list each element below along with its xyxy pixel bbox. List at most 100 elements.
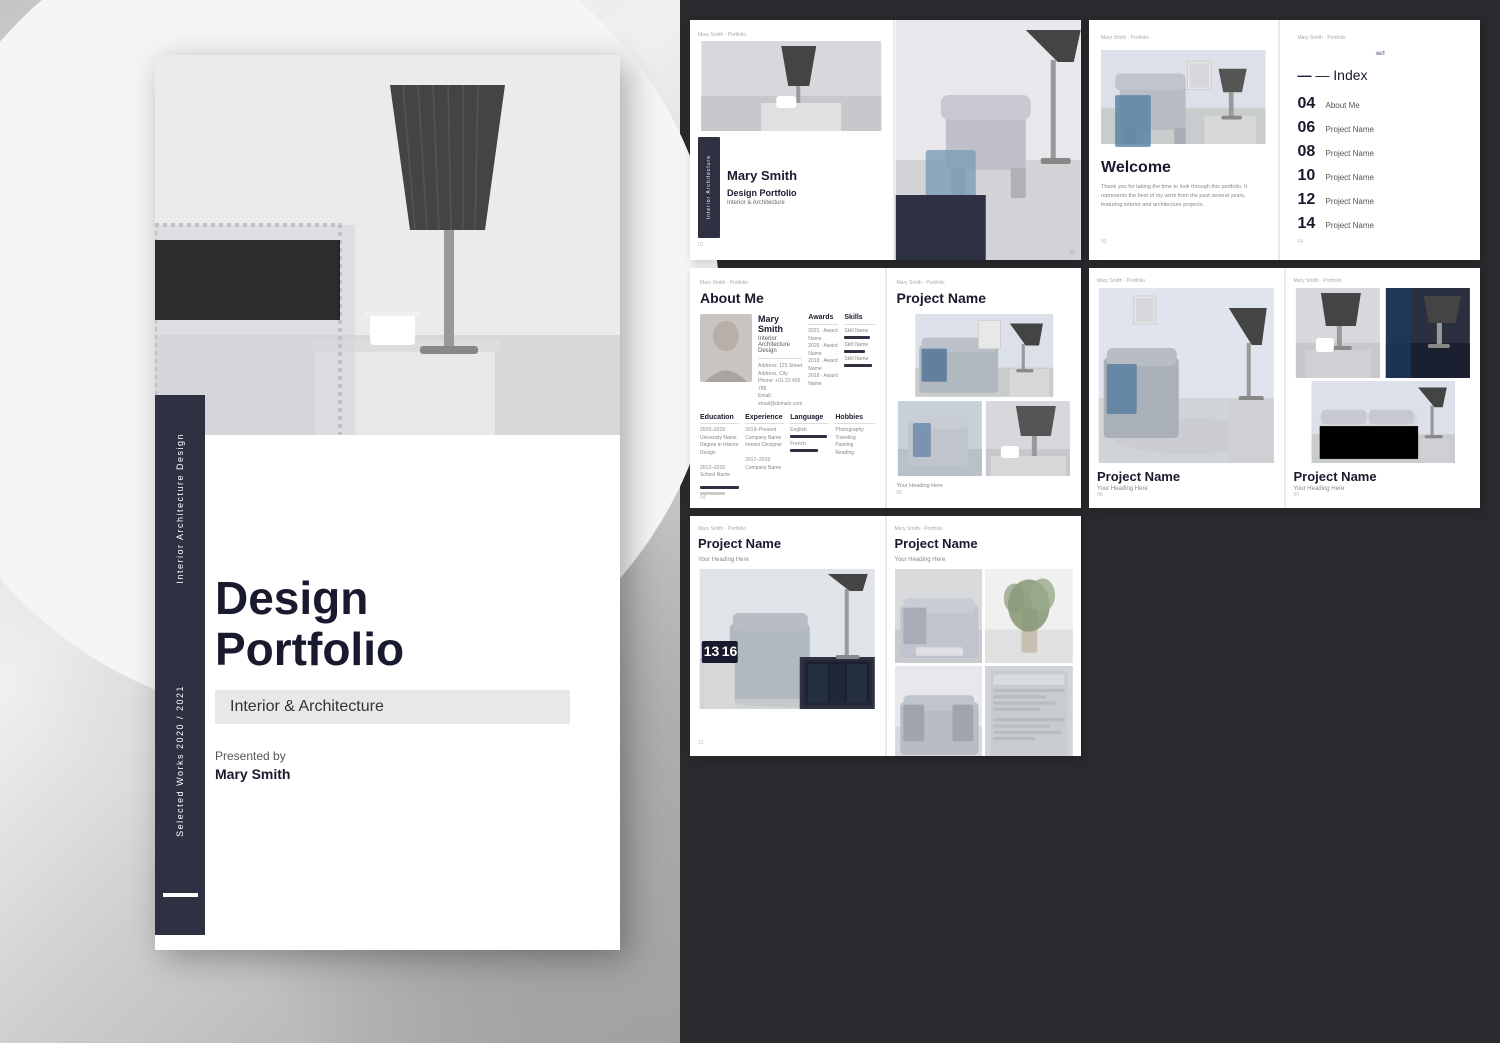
spread-5-right-title: Project Name: [895, 536, 1074, 551]
about-role: Interior Architecture Design: [758, 336, 802, 354]
cover-subtitle-box: Interior & Architecture: [215, 690, 570, 724]
spread-1-right-pagenum: 02: [1069, 250, 1075, 256]
lang-1: English: [790, 427, 829, 433]
project-1-main-img: [897, 314, 1072, 397]
spread-2-right-header: Mary Smith · Portfolio: [1298, 35, 1463, 41]
hobbies-divider: [835, 423, 874, 424]
spread-3-left: Mary Smith · Portfolio About Me Mary Smi…: [690, 268, 886, 508]
spread-2-left: Mary Smith · Portfolio: [1089, 20, 1279, 260]
edu-bar-1: [700, 486, 739, 489]
index-row-6: 14 Project Name: [1298, 215, 1463, 233]
skill-3-label: Skill Name: [844, 356, 874, 362]
spread-5: Mary Smith · Portfolio Project Name Your…: [690, 516, 1081, 756]
exp-divider: [745, 423, 784, 424]
spread-5-img-4: [985, 666, 1073, 756]
spread-4-left-svg: [1097, 288, 1276, 463]
sidebar-text-1: Interior Architecture Design: [174, 433, 187, 584]
dark-strip: Interior Architecture: [698, 137, 720, 238]
about-awards-text: 2021 · Award Name 2020 · Award Name 2019…: [808, 328, 838, 388]
cover-text-area: Design Portfolio Interior & Architecture…: [155, 435, 620, 950]
spread-5-left-pagenum: 12: [698, 740, 877, 746]
index-row-4: 10 Project Name: [1298, 167, 1463, 185]
hobbies-text: PhotographyTravelingPaintingReading: [835, 427, 874, 457]
index-label-3: Project Name: [1326, 149, 1374, 158]
about-hobbies: Hobbies PhotographyTravelingPaintingRead…: [835, 414, 874, 495]
spread-4-right-imgs-top: [1294, 288, 1473, 378]
cover-book: Interior Architecture Design Selected Wo…: [155, 55, 620, 950]
spread-1-header: Mary Smith · Portfolio: [698, 32, 885, 38]
spread-3: Mary Smith · Portfolio About Me Mary Smi…: [690, 268, 1081, 508]
about-awards: Awards 2021 · Award Name 2020 · Award Na…: [808, 314, 838, 408]
spread-4: Mary Smith · Portfolio Proj: [1089, 268, 1480, 508]
project-1-heading-note: Your Heading Here: [897, 482, 1072, 490]
spread-5-right-grid: [895, 569, 1074, 756]
about-skills-divider: [844, 324, 874, 325]
spread-1-left: Mary Smith · Portfolio: [690, 20, 894, 260]
spread-3-right: Mary Smith · Portfolio Project Name: [887, 268, 1082, 508]
index-list: 04 About Me 06 Project Name 08 Project N…: [1298, 95, 1463, 239]
welcome-area: Welcome Thank you for taking the time to…: [1101, 159, 1266, 209]
spread-2: Mary Smith · Portfolio: [1089, 20, 1480, 260]
cover-subtitle: Interior & Architecture: [230, 698, 384, 715]
index-room-svg: [1298, 51, 1463, 55]
exp-title: Experience: [745, 414, 784, 421]
index-row-1: 04 About Me: [1298, 95, 1463, 113]
about-skills-title: Skills: [844, 314, 874, 321]
about-photo-svg: [700, 314, 752, 382]
about-language: Language English French: [790, 414, 829, 495]
spread-5-left-header: Mary Smith · Portfolio: [698, 526, 877, 532]
about-bottom-section: Education 2015–2019University NameDegree…: [700, 414, 875, 495]
index-num-4: 10: [1298, 167, 1326, 185]
index-row-2: 06 Project Name: [1298, 119, 1463, 137]
index-row-3: 08 Project Name: [1298, 143, 1463, 161]
spread-3-left-pagenum: 04: [700, 495, 875, 501]
spread-5-img-1: [895, 569, 983, 663]
spread-4-img-1: [1294, 288, 1382, 378]
cover-line-decoration: [163, 893, 198, 897]
svg-text:13: 13: [704, 643, 720, 659]
spread-2-left-header: Mary Smith · Portfolio: [1101, 35, 1266, 41]
about-details: Address: 123 Street Address, City Phone:…: [758, 363, 802, 408]
spread-4-right-title: Project Name: [1294, 469, 1473, 484]
spread-4-left: Mary Smith · Portfolio Proj: [1089, 268, 1285, 508]
about-me-title: About Me: [700, 290, 875, 306]
skill-1-bar: [844, 336, 870, 339]
sidebar-text-2: Selected Works 2020 / 2021: [174, 685, 187, 837]
spread-4-left-title: Project Name: [1097, 469, 1276, 484]
spreads-grid: Mary Smith · Portfolio: [690, 20, 1480, 1020]
cover-title: Design Portfolio: [215, 573, 570, 674]
spread-4-img-3: [1294, 381, 1473, 463]
lang-divider: [790, 423, 829, 424]
index-num-1: 04: [1298, 95, 1326, 113]
skill-3-bar: [844, 364, 871, 367]
project-1-img-3: [985, 401, 1071, 476]
spread-4-right: Mary Smith · Portfolio: [1286, 268, 1481, 508]
strip-text: Interior Architecture: [706, 155, 712, 219]
welcome-text: Thank you for taking the time to look th…: [1101, 183, 1266, 209]
spread-4-left-header: Mary Smith · Portfolio: [1097, 278, 1276, 284]
spread-3-header: Mary Smith · Portfolio: [700, 280, 875, 286]
spread-5-left: Mary Smith · Portfolio Project Name Your…: [690, 516, 886, 756]
index-label-2: Project Name: [1326, 125, 1374, 134]
spread-4-img-2: [1384, 288, 1472, 378]
exp-text: 2019–PresentCompany NameInterior Designe…: [745, 427, 784, 472]
welcome-title: Welcome: [1101, 159, 1266, 177]
about-education: Education 2015–2019University NameDegree…: [700, 414, 739, 495]
spread-5-left-note: Your Heading Here: [698, 557, 877, 563]
index-num-6: 14: [1298, 215, 1326, 233]
spread-5-right: Mary Smith · Portfolio Project Name Your…: [887, 516, 1082, 756]
spread-1-pagenum: 01: [698, 242, 885, 248]
spread-2-right-pagenum: 04: [1298, 239, 1463, 245]
lamp-illustration: [155, 55, 620, 435]
about-divider-1: [758, 358, 802, 359]
index-row-5: 12 Project Name: [1298, 191, 1463, 209]
spread-5-left-img: 13 16: [698, 569, 877, 709]
spread-1-title: Design Portfolio: [727, 188, 881, 198]
about-top-section: Mary Smith Interior Architecture Design …: [700, 314, 875, 408]
skill-2-label: Skill Name: [844, 342, 874, 348]
cover-sidebar: Interior Architecture Design Selected Wo…: [155, 395, 205, 935]
about-name-role: Mary Smith Interior Architecture Design …: [758, 314, 802, 408]
spread-5-right-note: Your Heading Here: [895, 557, 1074, 563]
about-awards-title: Awards: [808, 314, 838, 321]
about-name: Mary Smith: [758, 314, 802, 334]
